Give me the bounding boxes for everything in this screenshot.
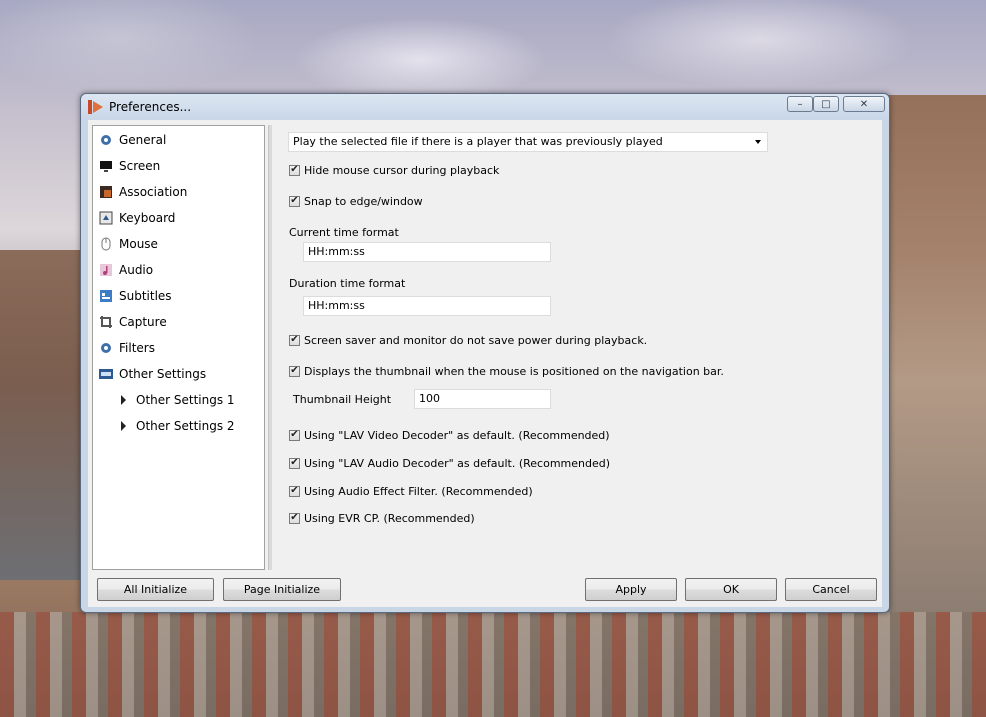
crop-icon (99, 315, 113, 329)
sidebar-item-filters[interactable]: Filters (99, 338, 155, 358)
snap-edge-checkbox[interactable]: ✔ (289, 195, 300, 207)
sidebar-item-label: Capture (119, 315, 167, 329)
sidebar-item-label: Filters (119, 341, 155, 355)
duration-time-format-label: Duration time format (289, 277, 406, 290)
sidebar-item-label: Mouse (119, 237, 158, 251)
preferences-window: Preferences... – □ ✕ General Screen Asso… (80, 93, 890, 613)
window-title: Preferences... (109, 100, 192, 114)
evr-cp-checkbox[interactable]: ✔ (289, 512, 300, 524)
page-initialize-button[interactable]: Page Initialize (223, 578, 341, 601)
file-association-icon (99, 185, 113, 199)
expand-arrow-icon[interactable] (121, 395, 126, 405)
sidebar-item-label: Subtitles (119, 289, 172, 303)
screen-saver-checkbox[interactable]: ✔ (289, 334, 300, 346)
lav-audio-checkbox[interactable]: ✔ (289, 457, 300, 469)
lav-video-option[interactable]: ✔ Using "LAV Video Decoder" as default. … (289, 427, 610, 443)
close-button[interactable]: ✕ (843, 96, 885, 112)
expand-arrow-icon[interactable] (121, 421, 126, 431)
play-mode-select[interactable]: Play the selected file if there is a pla… (288, 132, 768, 152)
settings-panel: Play the selected file if there is a pla… (274, 125, 878, 570)
sidebar-item-other-settings[interactable]: Other Settings (99, 364, 206, 384)
close-icon: ✕ (859, 98, 869, 110)
minimize-icon: – (797, 98, 803, 110)
lav-audio-option[interactable]: ✔ Using "LAV Audio Decoder" as default. … (289, 455, 610, 471)
sidebar-item-label: Association (119, 185, 188, 199)
sidebar-item-capture[interactable]: Capture (99, 312, 167, 332)
monitor-icon (99, 159, 113, 173)
sidebar-item-label: Other Settings 1 (136, 393, 235, 407)
thumbnail-checkbox[interactable]: ✔ (289, 365, 300, 377)
current-time-format-input[interactable]: HH:mm:ss (303, 242, 551, 262)
screen-saver-option[interactable]: ✔ Screen saver and monitor do not save p… (289, 332, 647, 348)
wallpaper-hillside-right (888, 95, 986, 615)
cancel-button[interactable]: Cancel (785, 578, 877, 601)
mouse-icon (99, 237, 113, 251)
thumbnail-label: Displays the thumbnail when the mouse is… (304, 364, 724, 378)
all-initialize-button[interactable]: All Initialize (97, 578, 214, 601)
thumbnail-height-input[interactable]: 100 (414, 389, 551, 409)
title-bar[interactable]: Preferences... – □ ✕ (81, 94, 889, 120)
maximize-button[interactable]: □ (813, 96, 839, 112)
hide-cursor-label: Hide mouse cursor during playback (304, 163, 500, 177)
duration-time-format-input[interactable]: HH:mm:ss (303, 296, 551, 316)
hide-cursor-checkbox[interactable]: ✔ (289, 164, 300, 176)
apply-button[interactable]: Apply (585, 578, 677, 601)
evr-cp-label: Using EVR CP. (Recommended) (304, 511, 475, 525)
sidebar-item-label: Audio (119, 263, 154, 277)
evr-cp-option[interactable]: ✔ Using EVR CP. (Recommended) (289, 510, 475, 526)
gear-icon (99, 341, 113, 355)
sidebar-item-subtitles[interactable]: Subtitles (99, 286, 172, 306)
lav-video-checkbox[interactable]: ✔ (289, 429, 300, 441)
keyboard-icon (99, 211, 113, 225)
screen-saver-label: Screen saver and monitor do not save pow… (304, 333, 648, 347)
sidebar-item-other-settings-2[interactable]: Other Settings 2 (121, 416, 235, 436)
wallpaper-city (0, 612, 986, 717)
sidebar-item-label: Other Settings 2 (136, 419, 235, 433)
audio-effect-label: Using Audio Effect Filter. (Recommended) (304, 484, 533, 498)
sidebar-item-general[interactable]: General (99, 130, 166, 150)
audio-effect-option[interactable]: ✔ Using Audio Effect Filter. (Recommende… (289, 483, 533, 499)
ok-button[interactable]: OK (685, 578, 777, 601)
subtitles-icon (99, 289, 113, 303)
sidebar-item-screen[interactable]: Screen (99, 156, 160, 176)
thumbnail-height-label: Thumbnail Height (293, 393, 392, 406)
sidebar-item-label: Screen (119, 159, 161, 173)
app-logo-icon (88, 100, 103, 114)
audio-effect-checkbox[interactable]: ✔ (289, 485, 300, 497)
sidebar-item-keyboard[interactable]: Keyboard (99, 208, 175, 228)
wallpaper-hillside-left (0, 250, 90, 580)
maximize-icon: □ (821, 98, 831, 110)
thumbnail-option[interactable]: ✔ Displays the thumbnail when the mouse … (289, 363, 724, 379)
music-note-icon (99, 263, 113, 277)
sidebar-item-other-settings-1[interactable]: Other Settings 1 (121, 390, 235, 410)
sidebar-item-label: Other Settings (119, 367, 207, 381)
minimize-button[interactable]: – (787, 96, 813, 112)
lav-audio-label: Using "LAV Audio Decoder" as default. (R… (304, 456, 611, 470)
category-tree[interactable]: General Screen Association Keyboard Mous… (92, 125, 265, 570)
panel-splitter[interactable] (268, 125, 272, 570)
sidebar-item-association[interactable]: Association (99, 182, 187, 202)
snap-edge-option[interactable]: ✔ Snap to edge/window (289, 193, 423, 209)
snap-edge-label: Snap to edge/window (304, 194, 423, 208)
sidebar-item-label: General (119, 133, 167, 147)
hide-cursor-option[interactable]: ✔ Hide mouse cursor during playback (289, 162, 499, 178)
chevron-down-icon (755, 140, 761, 144)
dialog-client-area: General Screen Association Keyboard Mous… (88, 120, 882, 607)
current-time-format-label: Current time format (289, 226, 399, 239)
sidebar-item-audio[interactable]: Audio (99, 260, 153, 280)
lav-video-label: Using "LAV Video Decoder" as default. (R… (304, 428, 610, 442)
sidebar-item-label: Keyboard (119, 211, 176, 225)
sidebar-item-mouse[interactable]: Mouse (99, 234, 158, 254)
etc-icon (99, 367, 113, 381)
gear-icon (99, 133, 113, 147)
play-mode-value: Play the selected file if there is a pla… (293, 135, 663, 148)
